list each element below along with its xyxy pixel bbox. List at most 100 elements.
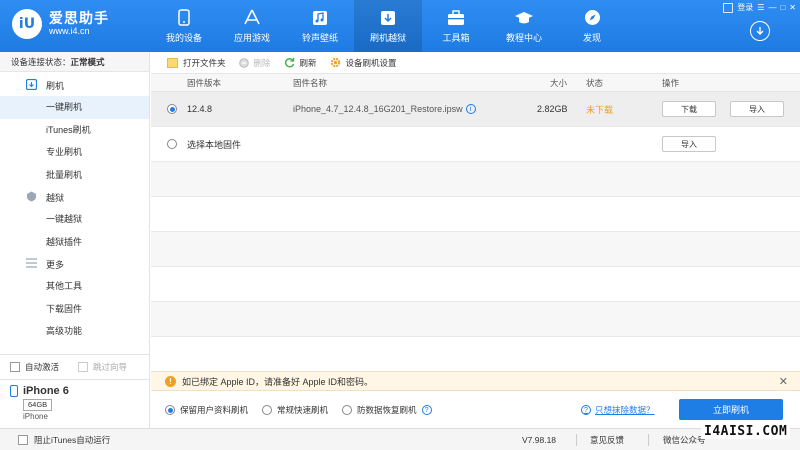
- sidebar-item-advanced[interactable]: 高级功能: [0, 320, 149, 343]
- connection-status-label: 设备连接状态：: [11, 57, 71, 67]
- delete-button[interactable]: 删除: [238, 57, 271, 69]
- skip-wizard-option[interactable]: 跳过向导: [78, 361, 127, 373]
- sidebar-item-jailbreak-plugins[interactable]: 越狱插件: [0, 231, 149, 254]
- info-icon[interactable]: i: [465, 104, 476, 114]
- flash-options: 保留用户资料刷机 常规快速刷机 防数据恢复刷机 ? ? 只想抹除数据？ 立即刷机: [151, 397, 800, 423]
- auto-activate-row: 自动激活 跳过向导: [0, 355, 150, 379]
- auto-activate-checkbox[interactable]: [10, 362, 20, 372]
- device-card[interactable]: iPhone 6 64GB iPhone: [0, 379, 150, 427]
- firmware-radio[interactable]: [167, 104, 177, 114]
- close-notice-icon[interactable]: ✕: [779, 375, 788, 388]
- folder-icon: [167, 57, 178, 68]
- firmware-size: 2.82GB: [537, 104, 568, 114]
- sidebar-item-itunes-flash[interactable]: iTunes刷机: [0, 119, 149, 142]
- download-manager-icon[interactable]: [750, 21, 770, 41]
- sidebar-item-other-tools[interactable]: 其他工具: [0, 275, 149, 298]
- nav-tutorials[interactable]: 教程中心: [490, 0, 558, 52]
- delete-label: 删除: [253, 57, 271, 68]
- block-itunes-label: 阻止iTunes自动运行: [34, 434, 111, 445]
- col-name: 固件名称: [293, 77, 328, 88]
- sidebar-item-one-click-flash[interactable]: 一键刷机: [0, 96, 149, 119]
- local-firmware-radio[interactable]: [167, 139, 177, 149]
- app-logo: iU 爱思助手 www.i4.cn: [12, 9, 109, 39]
- flash-box-icon: [378, 9, 398, 27]
- close-icon[interactable]: ✕: [789, 3, 796, 12]
- nav-apps[interactable]: 应用游戏: [218, 0, 286, 52]
- table-header: 固件版本 固件名称 大小 状态 操作: [151, 74, 800, 92]
- divider: [576, 434, 577, 446]
- import-button[interactable]: 导入: [730, 101, 784, 117]
- sidebar: 设备连接状态：正常模式 刷机 一键刷机 iTunes刷机 专业刷机 批量刷机 越…: [0, 52, 150, 450]
- option-quick-flash[interactable]: 常规快速刷机: [262, 404, 328, 416]
- import-local-button[interactable]: 导入: [662, 136, 716, 152]
- quick-flash-label: 常规快速刷机: [277, 405, 329, 415]
- quick-flash-radio[interactable]: [262, 405, 273, 415]
- nav-label: 教程中心: [505, 32, 542, 43]
- col-size: 大小: [550, 77, 568, 88]
- refresh-label: 刷新: [299, 57, 317, 68]
- erase-data-link[interactable]: ? 只想抹除数据？: [581, 404, 655, 416]
- login-link[interactable]: 登录: [737, 2, 753, 13]
- table-row[interactable]: 12.4.8 iPhone_4.7_12.4.8_16G201_Restore.…: [151, 92, 800, 127]
- firmware-status: 未下载: [586, 104, 614, 115]
- nav-discover[interactable]: 发现: [558, 0, 626, 52]
- refresh-icon: [284, 57, 294, 68]
- sidebar-footer: 自动激活 跳过向导 iPhone 6 64GB iPhone: [0, 354, 150, 427]
- graduation-cap-icon: [514, 9, 534, 27]
- app-url: www.i4.cn: [49, 25, 90, 36]
- sidebar-item-batch-flash[interactable]: 批量刷机: [0, 164, 149, 187]
- sidebar-group-label: 刷机: [46, 80, 65, 91]
- connection-status-value: 正常模式: [70, 57, 105, 67]
- login-checkbox-icon[interactable]: [723, 2, 734, 13]
- menu-icon[interactable]: ☰: [757, 3, 764, 12]
- empty-row: [151, 302, 800, 337]
- open-folder-button[interactable]: 打开文件夹: [167, 57, 226, 69]
- sidebar-item-one-click-jailbreak[interactable]: 一键越狱: [0, 208, 149, 231]
- app-name: 爱思助手: [49, 10, 109, 27]
- refresh-button[interactable]: 刷新: [284, 57, 317, 69]
- anti-recovery-radio[interactable]: [342, 405, 353, 415]
- maximize-icon[interactable]: □: [780, 3, 785, 12]
- nav-label: 我的设备: [165, 32, 202, 43]
- option-anti-recovery[interactable]: 防数据恢复刷机 ?: [342, 404, 432, 416]
- nav-label: 铃声壁纸: [301, 32, 338, 43]
- device-name: iPhone 6: [23, 385, 69, 397]
- anti-recovery-label: 防数据恢复刷机: [357, 405, 417, 415]
- nav-label: 发现: [582, 32, 601, 43]
- flash-group-icon: [25, 78, 38, 92]
- empty-row: [151, 162, 800, 197]
- nav-toolbox[interactable]: 工具箱: [422, 0, 490, 52]
- block-itunes-checkbox[interactable]: [18, 434, 28, 445]
- iphone-icon: [10, 385, 18, 397]
- download-button[interactable]: 下载: [662, 101, 716, 117]
- apple-id-notice: ! 如已绑定 Apple ID，请准备好 Apple ID和密码。 ✕: [151, 371, 800, 391]
- sidebar-item-pro-flash[interactable]: 专业刷机: [0, 141, 149, 164]
- feedback-link[interactable]: 意见反馈: [590, 434, 624, 446]
- help-icon[interactable]: ?: [421, 405, 432, 415]
- flash-now-button[interactable]: 立即刷机: [679, 399, 783, 420]
- nav-my-device[interactable]: 我的设备: [150, 0, 218, 52]
- wechat-link[interactable]: 微信公众号: [663, 434, 706, 446]
- delete-icon: [238, 57, 249, 68]
- question-icon: ?: [581, 405, 591, 415]
- minimize-icon[interactable]: —: [768, 3, 776, 12]
- main-nav: 我的设备 应用游戏 铃声壁纸 刷机越狱 工具箱 教程中心 发现: [150, 0, 626, 52]
- nav-label: 刷机越狱: [369, 32, 406, 43]
- empty-row: [151, 197, 800, 232]
- toolbox-icon: [446, 9, 466, 27]
- notice-text: 如已绑定 Apple ID，请准备好 Apple ID和密码。: [182, 376, 374, 387]
- nav-ringtones[interactable]: 铃声壁纸: [286, 0, 354, 52]
- skip-wizard-checkbox[interactable]: [78, 362, 89, 372]
- block-itunes-option[interactable]: 阻止iTunes自动运行: [18, 434, 110, 446]
- flash-settings-button[interactable]: 设备刷机设置: [330, 57, 397, 69]
- erase-data-label: 只想抹除数据？: [595, 405, 655, 415]
- table-row-local[interactable]: 选择本地固件 导入: [151, 127, 800, 162]
- option-keep-data[interactable]: 保留用户资料刷机: [165, 404, 248, 416]
- firmware-version: 12.4.8: [187, 104, 213, 114]
- nav-label: 工具箱: [442, 32, 470, 43]
- sidebar-item-download-firmware[interactable]: 下载固件: [0, 298, 149, 321]
- keep-data-label: 保留用户资料刷机: [180, 405, 249, 415]
- nav-flash-jailbreak[interactable]: 刷机越狱: [354, 0, 422, 52]
- keep-data-radio[interactable]: [165, 405, 175, 415]
- nav-label: 应用游戏: [233, 32, 270, 43]
